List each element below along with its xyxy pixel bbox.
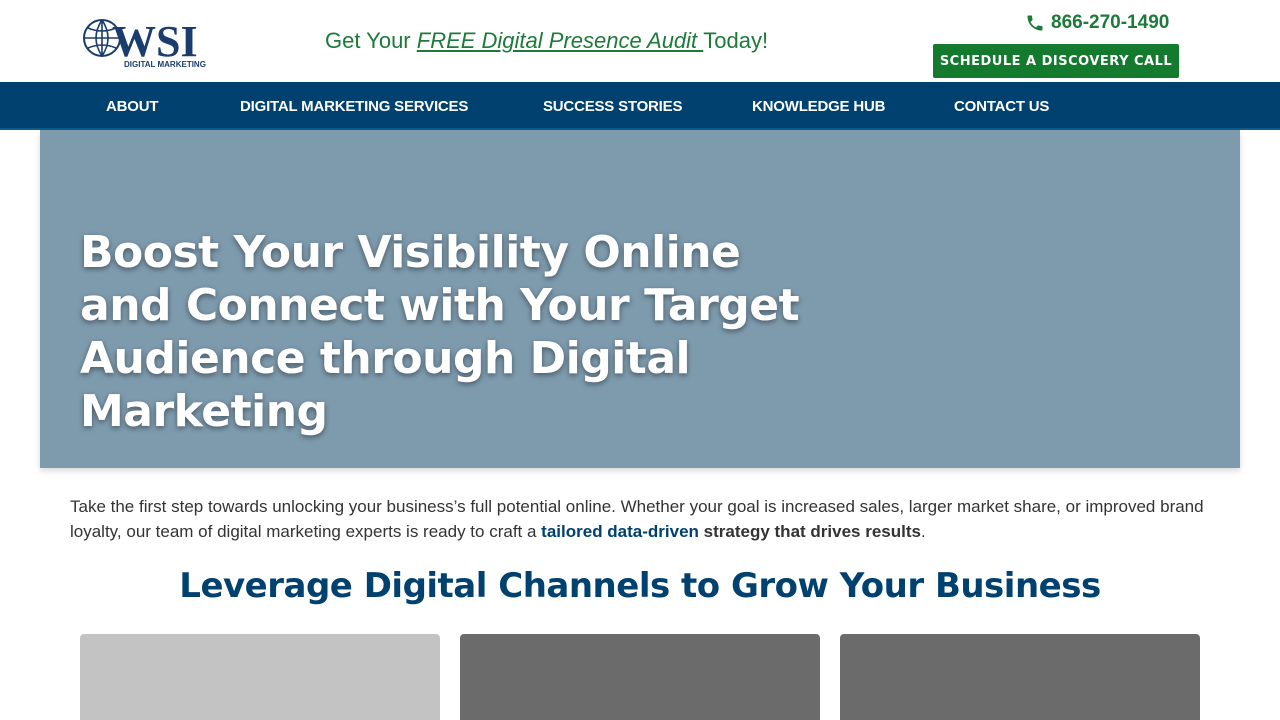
promo-prefix: Get Your bbox=[325, 28, 417, 53]
top-header: WSI DIGITAL MARKETING Get Your FREE Digi… bbox=[0, 0, 1280, 82]
svg-text:WSI: WSI bbox=[112, 17, 198, 66]
nav-item-contact-us[interactable]: CONTACT US bbox=[954, 98, 1049, 115]
nav-item-knowledge-hub[interactable]: KNOWLEDGE HUB bbox=[752, 98, 885, 115]
tailored-strategy-link[interactable]: tailored data-driven bbox=[541, 522, 699, 541]
nav-item-digital-marketing-services[interactable]: DIGITAL MARKETING SERVICES bbox=[240, 98, 468, 115]
globe-icon: WSI DIGITAL MARKETING bbox=[83, 17, 206, 69]
phone-icon bbox=[1027, 15, 1043, 31]
schedule-call-button[interactable]: SCHEDULE A DISCOVERY CALL bbox=[933, 44, 1179, 78]
section-title: Leverage Digital Channels to Grow Your B… bbox=[179, 566, 1101, 606]
audit-promo: Get Your FREE Digital Presence Audit Tod… bbox=[325, 28, 768, 54]
main-nav: ABOUT DIGITAL MARKETING SERVICES SUCCESS… bbox=[0, 82, 1280, 130]
intro-end: . bbox=[920, 522, 926, 541]
svg-text:DIGITAL MARKETING: DIGITAL MARKETING bbox=[124, 60, 206, 69]
phone-number: 866-270-1490 bbox=[1051, 12, 1170, 33]
intro-emphasis: strategy that drives results bbox=[698, 522, 921, 541]
audit-link[interactable]: FREE Digital Presence Audit bbox=[417, 28, 704, 53]
phone-link[interactable]: 866-270-1490 bbox=[1025, 12, 1169, 34]
channel-card[interactable] bbox=[80, 634, 440, 720]
intro-paragraph: Take the first step towards unlocking yo… bbox=[70, 494, 1210, 544]
nav-item-about[interactable]: ABOUT bbox=[106, 98, 159, 115]
hero-banner: Boost Your Visibility Online and Connect… bbox=[40, 130, 1240, 468]
hero-title: Boost Your Visibility Online and Connect… bbox=[80, 227, 800, 437]
channel-card[interactable] bbox=[840, 634, 1200, 720]
wsi-logo[interactable]: WSI DIGITAL MARKETING bbox=[82, 12, 206, 70]
promo-suffix: Today! bbox=[703, 28, 769, 53]
channel-card[interactable] bbox=[460, 634, 820, 720]
nav-item-success-stories[interactable]: SUCCESS STORIES bbox=[543, 98, 682, 115]
